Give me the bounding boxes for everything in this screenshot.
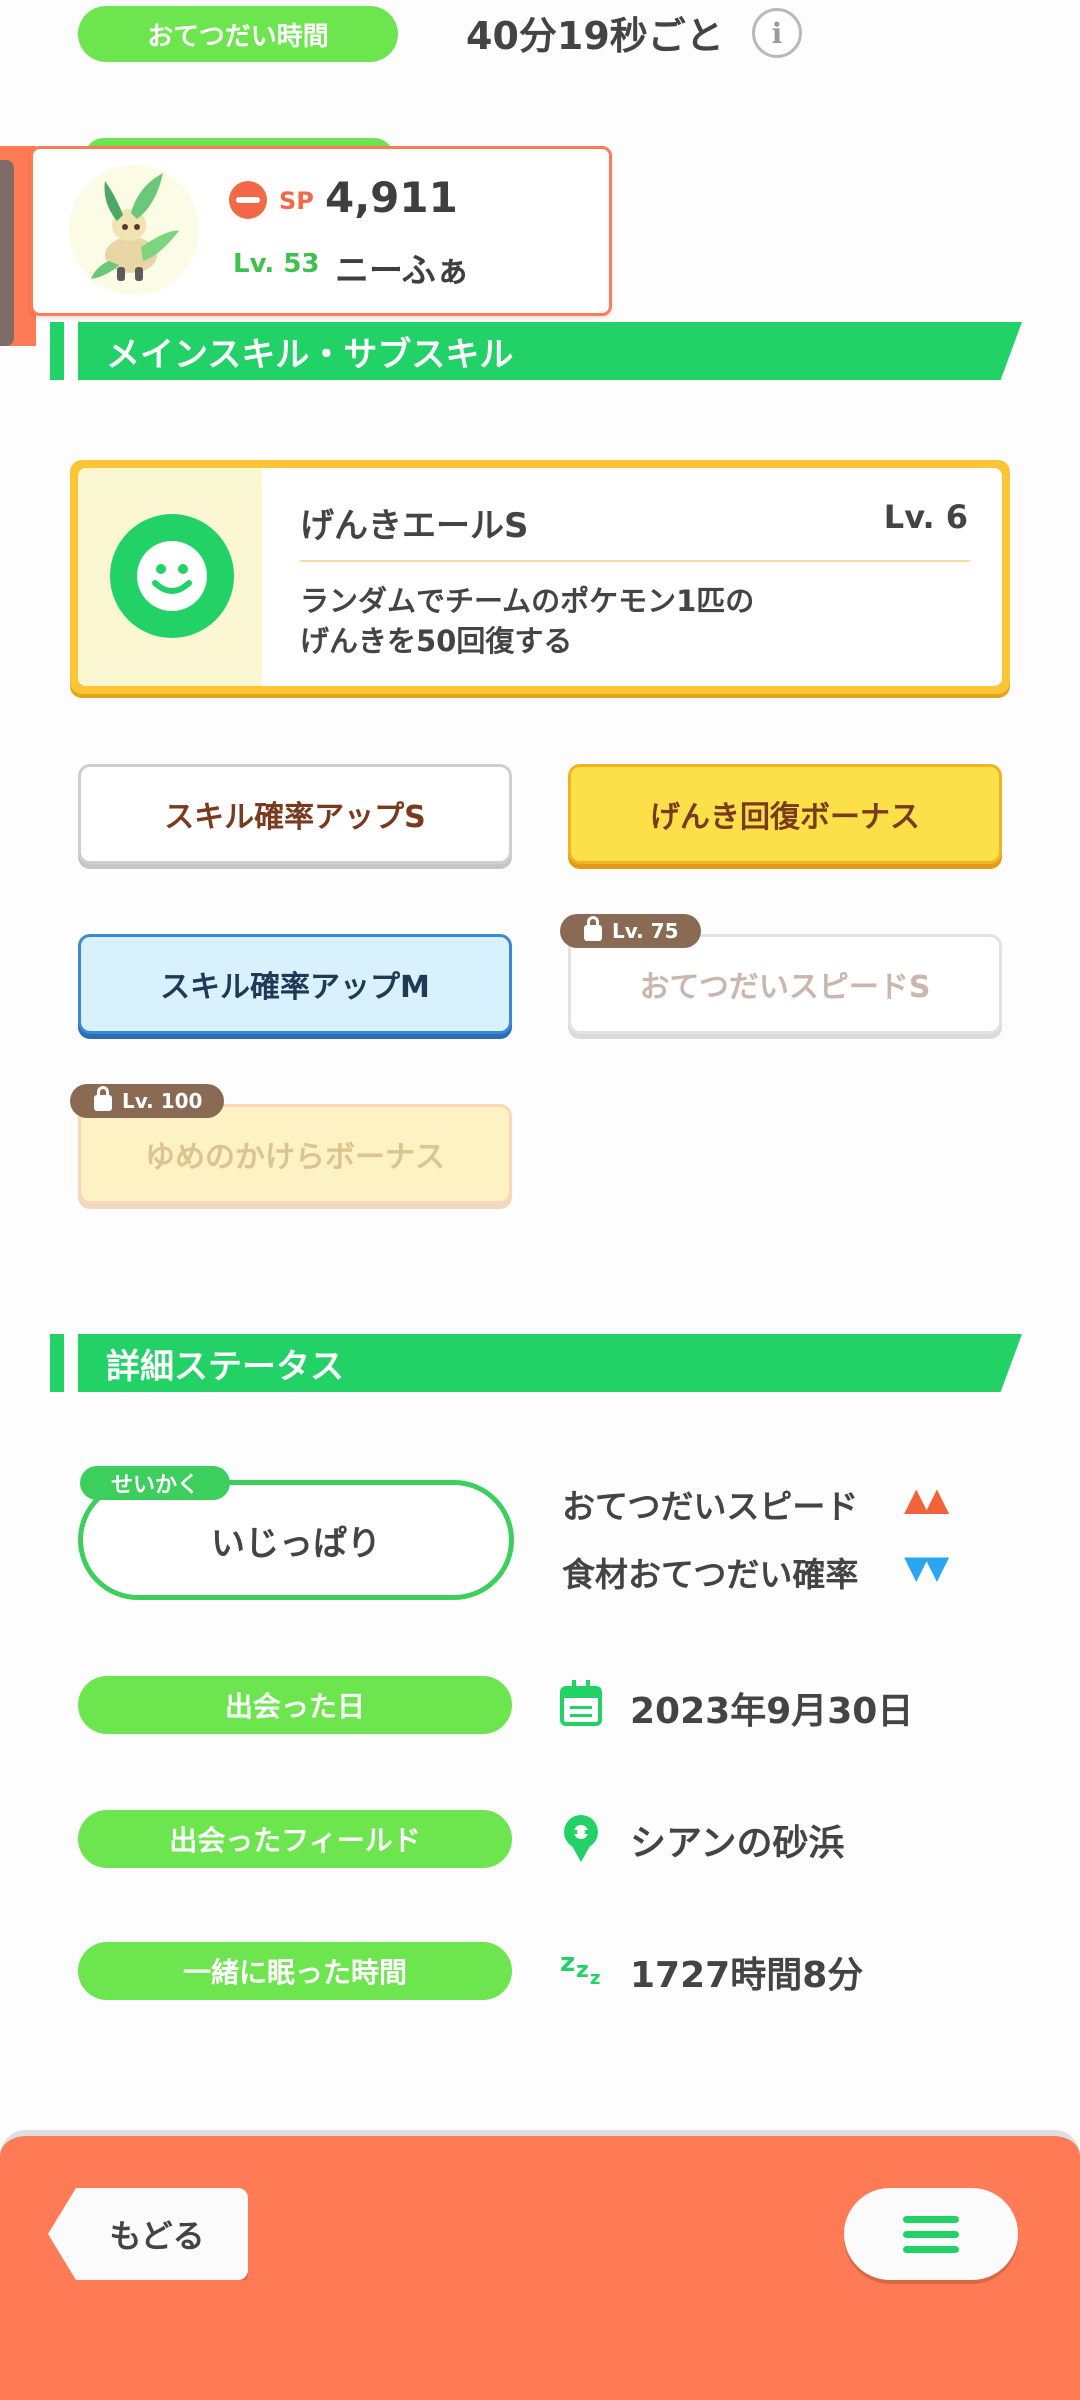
sub-skill-5-unlock-level: Lv. 100 [122, 1089, 203, 1113]
main-skill-card[interactable]: げんきエールS Lv. 6 ランダムでチームのポケモン1匹の げんきを50回復す… [70, 460, 1010, 694]
lock-icon [584, 916, 602, 941]
help-time-label-text: おてつだい時間 [147, 21, 329, 52]
sub-skill-2[interactable]: げんき回復ボーナス [568, 764, 1002, 864]
sub-skill-4-lock-tag: Lv. 75 [560, 914, 701, 948]
met-field-label: 出会ったフィールド [78, 1810, 512, 1868]
info-icon[interactable]: i [752, 8, 802, 58]
main-skill-description-2: げんきを50回復する [300, 624, 573, 658]
leafeon-sprite [91, 173, 179, 281]
nature-tag: せいかく [80, 1466, 230, 1500]
met-date-label: 出会った日 [78, 1676, 512, 1734]
pokemon-avatar [69, 165, 199, 295]
sub-skill-3[interactable]: スキル確率アップM [78, 934, 512, 1034]
details-section-header: 詳細ステータス [50, 1334, 1022, 1392]
met-date-label-text: 出会った日 [224, 1690, 365, 1723]
sleep-zzz-icon: z z z [560, 1948, 601, 1989]
help-time-value: 40分19秒ごと [466, 14, 724, 58]
back-button-label: もどる [109, 2217, 205, 2255]
down-arrows-icon: ▼▼ [904, 1548, 949, 1586]
sleep-time-value: 1727時間8分 [630, 1955, 864, 1996]
main-skill-name: げんきエールS [300, 506, 529, 546]
nature-up-stat: おてつだいスピード [562, 1487, 859, 1526]
sub-skill-4-label: おてつだいスピードS [639, 970, 931, 1005]
main-skill-description-1: ランダムでチームのポケモン1匹の [300, 584, 755, 618]
main-skill-divider [300, 560, 970, 562]
sp-icon [229, 181, 267, 219]
nature-tag-text: せいかく [110, 1473, 199, 1498]
sub-skill-4-unlock-level: Lv. 75 [612, 919, 679, 943]
sleep-time-label: 一緒に眠った時間 [78, 1942, 512, 2000]
back-button[interactable]: もどる [48, 2188, 248, 2280]
location-pin-icon [562, 1814, 600, 1864]
calendar-icon [560, 1680, 602, 1726]
sleep-time-label-text: 一緒に眠った時間 [182, 1956, 407, 1989]
lock-icon [94, 1086, 112, 1111]
sub-skill-2-label: げんき回復ボーナス [650, 800, 920, 835]
sub-skill-4[interactable]: おてつだいスピードS [568, 934, 1002, 1034]
details-section-title: 詳細ステータス [106, 1346, 344, 1387]
hamburger-menu-icon[interactable] [844, 2188, 1018, 2280]
skills-section-header: メインスキル・サブスキル [50, 322, 1022, 380]
main-skill-level: Lv. 6 [883, 498, 968, 536]
sub-skill-1[interactable]: スキル確率アップS [78, 764, 512, 864]
met-field-value: シアンの砂浜 [630, 1823, 845, 1864]
nature-value: いじっぱり [211, 1523, 381, 1564]
sp-value: 4,911 [325, 173, 458, 222]
skills-section-title: メインスキル・サブスキル [106, 334, 514, 375]
sub-skill-5[interactable]: ゆめのかけらボーナス [78, 1104, 512, 1204]
pokemon-card[interactable]: SP 4,911 Lv. 53 ニーふぁ [30, 146, 612, 316]
nature-down-stat: 食材おてつだい確率 [562, 1555, 859, 1594]
sub-skill-1-label: スキル確率アップS [164, 800, 426, 835]
sp-label: SP [279, 187, 314, 215]
met-field-label-text: 出会ったフィールド [169, 1824, 421, 1857]
pokemon-name: ニーふぁ [335, 251, 470, 291]
up-arrows-icon: ▲▲ [904, 1480, 949, 1518]
met-date-value: 2023年9月30日 [630, 1691, 914, 1732]
sub-skill-5-lock-tag: Lv. 100 [70, 1084, 225, 1118]
sub-skill-5-label: ゆめのかけらボーナス [145, 1140, 445, 1175]
pokemon-level: Lv. 53 [233, 249, 320, 279]
help-time-label: おてつだい時間 [78, 6, 398, 62]
sub-skill-3-label: スキル確率アップM [160, 970, 430, 1005]
side-tab-shade [0, 160, 14, 346]
smiley-icon [110, 514, 234, 638]
